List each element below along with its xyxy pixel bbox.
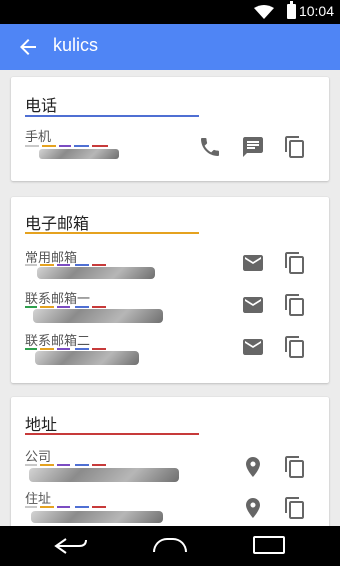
email-section-underline bbox=[25, 232, 199, 234]
recent-apps-icon[interactable] bbox=[253, 536, 285, 554]
phone-section-title: 电话 bbox=[25, 96, 58, 115]
email-label-contact-1: 联系邮箱一 bbox=[25, 292, 91, 307]
phone-icon[interactable] bbox=[198, 135, 222, 159]
address-section-title: 地址 bbox=[25, 415, 58, 434]
redacted-value bbox=[33, 309, 163, 323]
redacted-value bbox=[37, 267, 155, 279]
copy-icon[interactable] bbox=[283, 455, 307, 479]
message-icon[interactable] bbox=[241, 135, 265, 159]
contact-detail-content[interactable]: 电话 手机 电子邮箱 常用邮箱 联系邮箱一 联系邮箱二 地址 公司 住址 bbox=[0, 70, 340, 526]
location-icon[interactable] bbox=[241, 496, 265, 520]
home-nav-icon[interactable] bbox=[153, 538, 187, 552]
phone-section-underline bbox=[25, 115, 199, 117]
page-title: kulics bbox=[53, 35, 99, 55]
email-icon[interactable] bbox=[241, 251, 265, 275]
status-time: 10:04 bbox=[298, 3, 334, 19]
battery-icon bbox=[287, 1, 296, 19]
address-label-home: 住址 bbox=[25, 492, 52, 507]
email-icon[interactable] bbox=[241, 335, 265, 359]
back-nav-icon[interactable] bbox=[54, 537, 88, 555]
email-icon[interactable] bbox=[241, 293, 265, 317]
wifi-icon bbox=[254, 5, 274, 19]
copy-icon[interactable] bbox=[283, 293, 307, 317]
email-label-contact-2: 联系邮箱二 bbox=[25, 334, 91, 349]
address-section-underline bbox=[25, 433, 199, 435]
copy-icon[interactable] bbox=[283, 335, 307, 359]
redacted-value bbox=[39, 149, 119, 159]
copy-icon[interactable] bbox=[283, 135, 307, 159]
navigation-bar bbox=[0, 526, 340, 566]
app-bar: kulics bbox=[0, 24, 340, 70]
redacted-value bbox=[29, 468, 179, 482]
location-icon[interactable] bbox=[241, 455, 265, 479]
arrow-back-icon[interactable] bbox=[16, 35, 40, 59]
copy-icon[interactable] bbox=[283, 251, 307, 275]
address-label-company: 公司 bbox=[25, 450, 52, 465]
status-bar: 10:04 bbox=[0, 0, 340, 24]
redacted-value bbox=[35, 351, 139, 365]
phone-label: 手机 bbox=[25, 130, 52, 145]
email-card: 电子邮箱 常用邮箱 联系邮箱一 联系邮箱二 bbox=[11, 197, 329, 383]
redacted-value bbox=[31, 511, 163, 523]
email-section-title: 电子邮箱 bbox=[25, 214, 90, 233]
copy-icon[interactable] bbox=[283, 496, 307, 520]
phone-card: 电话 手机 bbox=[11, 77, 329, 181]
address-card: 地址 公司 住址 bbox=[11, 397, 329, 526]
